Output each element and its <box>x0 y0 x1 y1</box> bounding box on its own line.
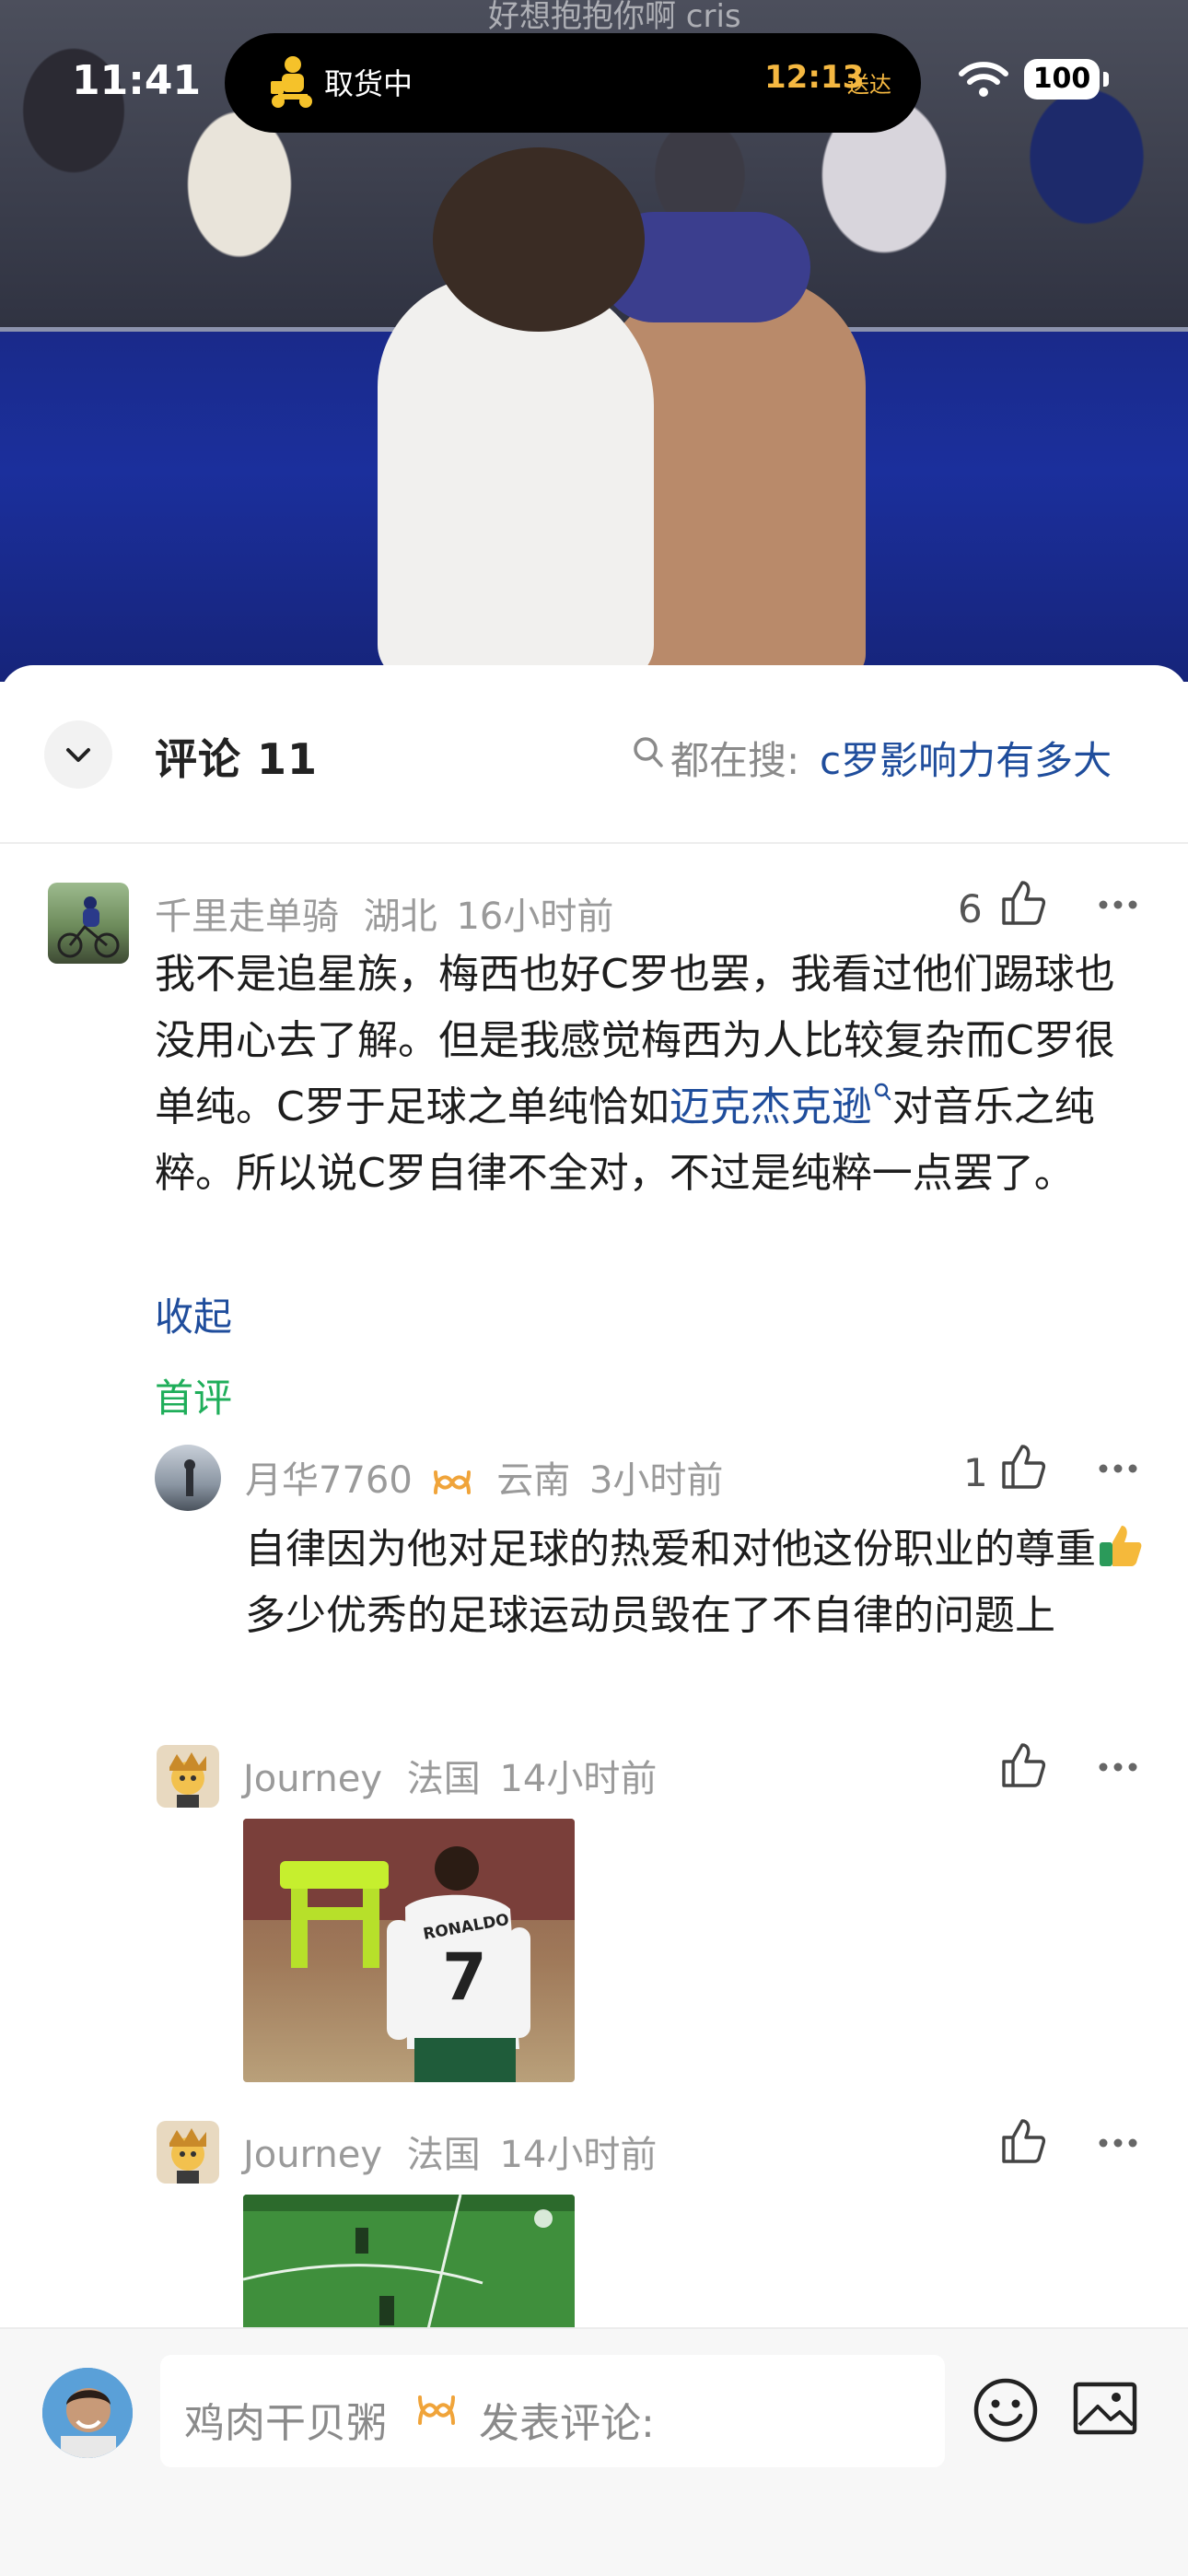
my-avatar[interactable] <box>42 2368 133 2458</box>
comment-keyword-link[interactable]: 迈克杰克逊 <box>670 1083 872 1130</box>
vip-badge-icon <box>418 2395 455 2425</box>
avatar[interactable] <box>157 1745 219 1808</box>
comment-input-bar: 鸡肉干贝粥 发表评论: <box>0 2327 1188 2576</box>
video-caption: 好想抱抱你啊 cris <box>488 0 741 35</box>
trending-search-link[interactable]: c罗影响力有多大 <box>820 730 1112 786</box>
collapse-sheet-button[interactable] <box>44 720 112 789</box>
reply-like-count: 1 <box>963 1450 988 1495</box>
thumbs-up-icon[interactable] <box>1000 2117 1046 2165</box>
comment-meta: 千里走单骑 湖北 16小时前 <box>155 886 613 940</box>
comment-time: 16小时前 <box>456 896 614 938</box>
reply-meta: Journey 法国 14小时前 <box>243 2125 657 2178</box>
thumbs-up-icon[interactable] <box>1000 879 1046 927</box>
video-head <box>433 147 645 332</box>
cyclist-avatar-image <box>57 896 120 958</box>
comment-sheet: 评论 11 都在搜: c罗影响力有多大 千里走单骑 湖北 16小时前 6 我不是… <box>0 665 1188 2576</box>
jersey-number: 7 <box>442 1939 487 2015</box>
more-options-icon[interactable] <box>1098 1463 1138 1474</box>
ronaldo-jersey-photo: RONALDO 7 <box>243 1819 575 2082</box>
dynamic-island[interactable]: 取货中 12:13 送达 <box>225 33 921 133</box>
avatar[interactable] <box>157 2121 219 2184</box>
reply-username[interactable]: 月华7760 <box>245 1459 413 1502</box>
search-link-icon[interactable] <box>872 1082 892 1102</box>
island-eta-suffix: 送达 <box>847 72 891 98</box>
reply-time: 14小时前 <box>499 2134 658 2176</box>
battery-indicator: 100 <box>1024 59 1100 100</box>
cartoon-avatar-image <box>169 1752 206 1808</box>
reply-location: 法国 <box>406 1758 481 1800</box>
comment-like-count: 6 <box>958 886 983 931</box>
comment-input[interactable]: 鸡肉干贝粥 发表评论: <box>160 2355 945 2467</box>
comment-username[interactable]: 千里走单骑 <box>155 896 339 938</box>
reply-time: 3小时前 <box>588 1459 724 1502</box>
collapse-text-link[interactable]: 收起 <box>155 1286 232 1342</box>
screen: 好想抱抱你啊 cris 11:41 取货中 12:13 送达 100 评论 11 <box>0 0 1188 2576</box>
thumbs-up-icon[interactable] <box>1000 1443 1046 1491</box>
comment-location: 湖北 <box>363 896 437 938</box>
vip-badge-icon <box>433 1470 471 1494</box>
reply-meta: Journey 法国 14小时前 <box>243 1749 657 1802</box>
delivery-rider-icon <box>271 56 312 108</box>
reply-image[interactable]: RONALDO 7 <box>243 1819 575 2082</box>
reply-location: 法国 <box>406 2134 481 2176</box>
reply-username[interactable]: Journey <box>243 1758 382 1800</box>
reply-text-part1: 自律因为他对足球的热爱和对他这份职业的尊重 <box>245 1526 1096 1573</box>
image-upload-icon[interactable] <box>1072 2381 1138 2436</box>
sheet-divider <box>0 842 1188 844</box>
reply-username[interactable]: Journey <box>243 2134 382 2176</box>
thumbs-up-icon[interactable] <box>1000 1741 1046 1789</box>
thumbs-up-emoji-icon <box>1100 1526 1142 1566</box>
video-fan-figure <box>378 276 654 682</box>
avatar[interactable] <box>48 883 129 964</box>
more-options-icon[interactable] <box>1098 2137 1138 2149</box>
first-comment-badge: 首评 <box>155 1376 233 1421</box>
avatar[interactable] <box>155 1445 221 1511</box>
reply-meta: 月华7760 云南 3小时前 <box>245 1450 723 1504</box>
trending-search-label[interactable]: 都在搜: <box>670 730 799 786</box>
input-username: 鸡肉干贝粥 <box>184 2400 387 2447</box>
emoji-icon[interactable] <box>971 2375 1041 2445</box>
island-status-text: 取货中 <box>324 66 413 101</box>
status-time: 11:41 <box>72 57 202 104</box>
reply-time: 14小时前 <box>499 1758 658 1800</box>
more-options-icon[interactable] <box>1098 1762 1138 1773</box>
more-options-icon[interactable] <box>1098 899 1138 910</box>
reply-body: 自律因为他对足球的热爱和对他这份职业的尊重多少优秀的足球运动员毁在了不自律的问题… <box>245 1516 1157 1649</box>
chevron-down-icon <box>66 748 90 762</box>
user-avatar-image <box>42 2368 133 2458</box>
wifi-icon <box>959 62 1008 97</box>
reply-image[interactable] <box>243 2195 575 2333</box>
comment-count-title: 评论 11 <box>155 734 319 784</box>
football-pitch-photo <box>243 2195 575 2333</box>
reply-text-part2: 多少优秀的足球运动员毁在了不自律的问题上 <box>245 1592 1055 1639</box>
reply-location: 云南 <box>496 1459 571 1502</box>
silhouette-avatar-image <box>184 1459 195 1496</box>
cartoon-avatar-image <box>169 2128 206 2184</box>
battery-nub <box>1103 72 1109 87</box>
search-icon[interactable] <box>632 735 665 770</box>
comment-body: 我不是追星族，梅西也好C罗也罢，我看过他们踢球也没用心去了解。但是我感觉梅西为人… <box>155 942 1149 1207</box>
input-placeholder: 发表评论: <box>479 2400 655 2447</box>
